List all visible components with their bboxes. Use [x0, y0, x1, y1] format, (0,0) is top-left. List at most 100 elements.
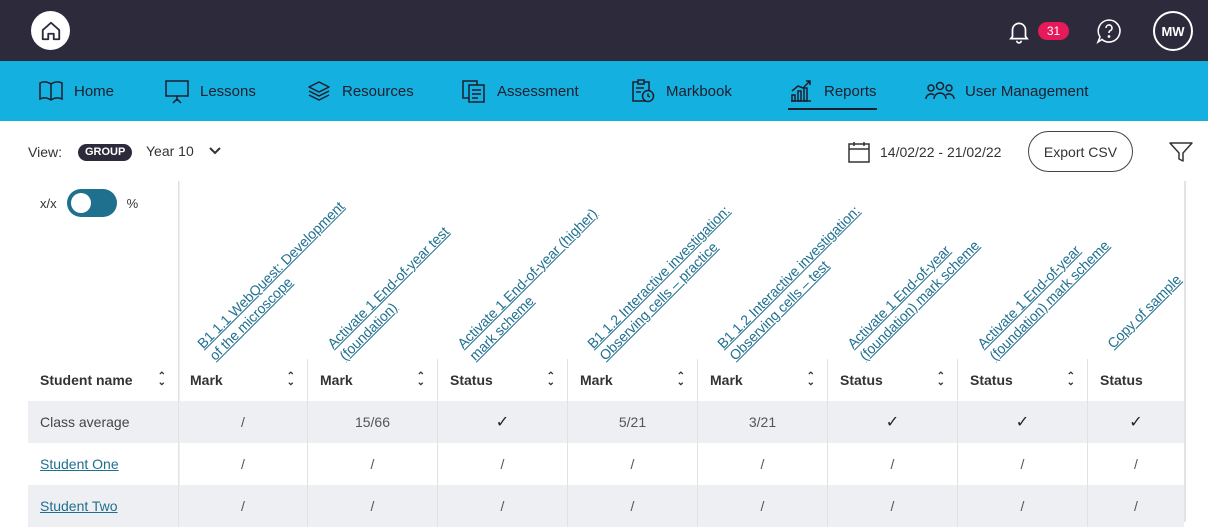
nav-label-home: Home	[74, 82, 115, 100]
user-avatar[interactable]: MW	[1153, 11, 1193, 51]
nav-item-lessons[interactable]: Lessons	[164, 61, 256, 121]
calendar-icon[interactable]	[847, 140, 871, 164]
nav-item-user-management[interactable]: User Management	[925, 61, 1088, 121]
group-select-value: Year 10	[146, 143, 194, 159]
column-title-link[interactable]: Observing cells – practice	[596, 239, 721, 364]
column-header[interactable]: Status ⌃ ⌄	[958, 359, 1088, 401]
table-cell: /	[828, 443, 958, 485]
column-title-link[interactable]: Activate 1 End-of-year	[974, 242, 1084, 352]
sort-icon: ⌃ ⌄	[676, 371, 685, 388]
chevron-down-icon	[209, 147, 221, 155]
table-cell: /	[698, 443, 828, 485]
nav-item-markbook[interactable]: Markbook	[630, 61, 732, 121]
table-cell: /	[178, 485, 308, 527]
table-cell: /	[438, 485, 568, 527]
column-title-link[interactable]: (foundation) mark scheme	[856, 237, 983, 364]
student-name-link[interactable]: Student One	[40, 443, 119, 485]
percent-mode-label: %	[126, 195, 139, 211]
book-icon	[39, 81, 63, 101]
view-label: View:	[28, 144, 62, 160]
column-header[interactable]: Mark ⌃ ⌄	[178, 359, 308, 401]
sort-icon: ⌃ ⌄	[1066, 371, 1075, 388]
main-nav: Home Lessons Resources Assessment Markbo…	[0, 61, 1208, 121]
column-header[interactable]: Status	[1088, 359, 1184, 401]
nav-item-reports[interactable]: Reports	[788, 61, 877, 121]
sort-icon: ⌃ ⌄	[546, 371, 555, 388]
sort-icon: ⌃ ⌄	[416, 371, 425, 388]
sort-icon: ⌃ ⌄	[157, 371, 166, 388]
help-icon[interactable]	[1095, 17, 1123, 45]
filter-icon[interactable]	[1168, 139, 1194, 165]
column-header-label: Mark	[320, 372, 353, 388]
home-icon	[41, 21, 60, 40]
column-header-label: Mark	[710, 372, 743, 388]
notification-bell-icon[interactable]	[1006, 18, 1032, 44]
column-title-link[interactable]: Copy of sample	[1104, 271, 1185, 352]
table-row: Class average/15/66 ✓ 5/21 3/21 ✓ ✓ ✓	[28, 401, 1184, 443]
top-bar: 31 MW	[0, 0, 1208, 61]
table-cell: /	[958, 485, 1088, 527]
column-header[interactable]: Mark ⌃ ⌄	[698, 359, 828, 401]
sort-icon: ⌃ ⌄	[286, 371, 295, 388]
bar-chart-icon	[791, 80, 811, 102]
nav-label-user-management: User Management	[965, 82, 1089, 100]
column-title-link[interactable]: Activate 1 End-of-year	[844, 242, 954, 352]
table-cell: ✓	[828, 401, 958, 443]
column-title-link[interactable]: Activate 1 End-of-year test	[324, 223, 453, 352]
table-row: Student One / / / / / / / /	[28, 443, 1184, 485]
table-cell: /	[308, 485, 438, 527]
nav-item-home[interactable]: Home	[38, 61, 114, 121]
notification-count-badge: 31	[1038, 22, 1069, 40]
nav-label-lessons: Lessons	[200, 82, 256, 100]
nav-label-assessment: Assessment	[497, 82, 579, 100]
presentation-icon	[165, 80, 189, 104]
column-header[interactable]: Status ⌃ ⌄	[438, 359, 568, 401]
nav-item-resources[interactable]: Resources	[306, 61, 414, 121]
sort-icon: ⌃ ⌄	[806, 371, 815, 388]
table-row: Student Two / / / / / / / /	[28, 485, 1184, 527]
table-cell: /	[1134, 498, 1138, 514]
nav-item-assessment[interactable]: Assessment	[461, 61, 579, 121]
group-badge: GROUP	[78, 144, 133, 161]
column-header-label: Status	[1100, 372, 1143, 388]
nav-label-markbook: Markbook	[666, 82, 732, 100]
export-csv-button[interactable]: Export CSV	[1028, 131, 1133, 172]
student-name-header[interactable]: Student name ⌃ ⌄	[28, 359, 178, 401]
users-icon	[925, 81, 955, 100]
table-cell: /	[438, 443, 568, 485]
column-title-link[interactable]: B1 1.2 Interactive investigation:	[584, 202, 734, 352]
table-cell: 5/21	[568, 401, 698, 443]
table-cell: ✓	[438, 401, 568, 443]
column-title-link[interactable]: Activate 1 End-of-year (higher)	[454, 205, 601, 352]
table-cell: ✓	[1129, 414, 1143, 431]
column-header[interactable]: Mark ⌃ ⌄	[308, 359, 438, 401]
column-title-link[interactable]: (foundation) mark scheme	[986, 237, 1113, 364]
table-cell: /	[308, 443, 438, 485]
date-range[interactable]: 14/02/22 - 21/02/22	[880, 144, 1001, 160]
table-cell: /	[178, 401, 308, 443]
table-cell: 3/21	[698, 401, 828, 443]
sort-icon: ⌃ ⌄	[936, 371, 945, 388]
home-button[interactable]	[31, 11, 70, 50]
column-header[interactable]: Mark ⌃ ⌄	[568, 359, 698, 401]
table-cell: ✓	[958, 401, 1088, 443]
fraction-mode-label: x/x	[40, 195, 57, 211]
table-cell: /	[1134, 456, 1138, 472]
display-mode-toggle-row: x/x %	[40, 188, 138, 218]
table-cell: /	[568, 443, 698, 485]
column-title-link[interactable]: B1 1.2 Interactive investigation:	[714, 202, 864, 352]
table-cell: /	[828, 485, 958, 527]
column-header[interactable]: Status ⌃ ⌄	[828, 359, 958, 401]
column-title-link[interactable]: B1 1.1 WebQuest: Development	[194, 198, 348, 352]
student-name-link[interactable]: Student Two	[40, 485, 118, 527]
layers-icon	[308, 81, 330, 101]
group-select[interactable]: Year 10	[146, 143, 222, 159]
nav-label-reports: Reports	[824, 82, 877, 100]
scroll-edge-divider	[1184, 181, 1186, 522]
table-cell: /	[568, 485, 698, 527]
display-mode-toggle[interactable]	[66, 189, 117, 217]
row-label: Class average	[40, 414, 130, 430]
column-header-label: Mark	[190, 372, 223, 388]
column-header-label: Status	[450, 372, 493, 388]
nav-label-resources: Resources	[342, 82, 414, 100]
